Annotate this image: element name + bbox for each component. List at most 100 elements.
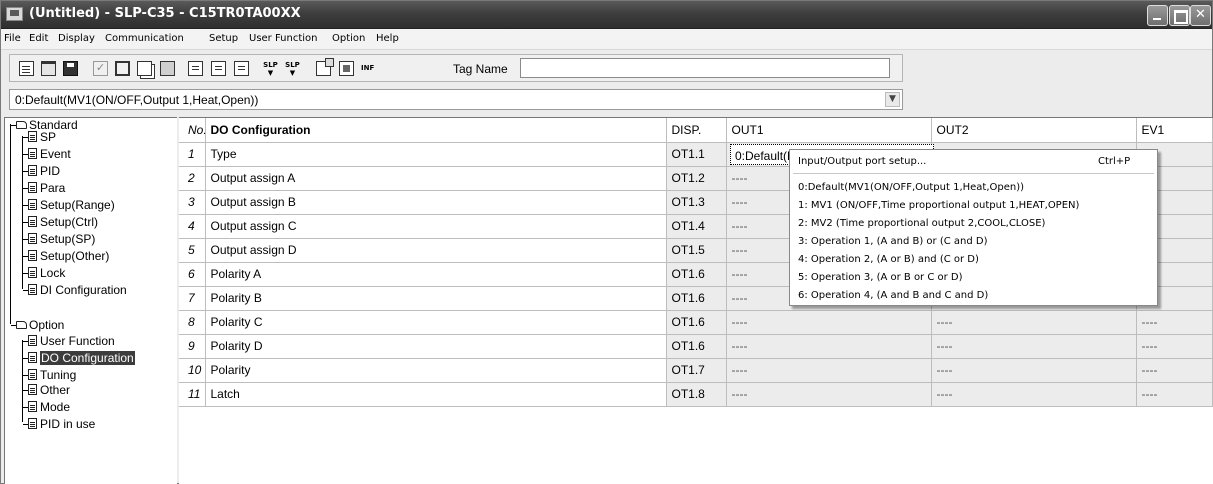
menu-edit[interactable]: Edit (29, 33, 48, 44)
menu-option-5[interactable]: 5: Operation 3, (A or B or C or D) (798, 272, 963, 283)
row-out2[interactable]: ---- (931, 310, 1137, 335)
tag-name-label: Tag Name (453, 62, 508, 76)
row-out2[interactable]: ---- (931, 334, 1137, 359)
row-ev1[interactable]: ---- (1136, 382, 1213, 407)
menu-option-1[interactable]: 1: MV1 (ON/OFF,Time proportional output … (798, 200, 1079, 211)
slp-upload-icon[interactable]: SLP ▼ (263, 61, 278, 77)
menu-help[interactable]: Help (376, 33, 399, 44)
frame-icon[interactable] (115, 61, 130, 76)
title-bar[interactable]: (Untitled) - SLP-C35 - C15TR0TA00XX ✕ (1, 1, 1212, 29)
tree-item-event[interactable]: Event (23, 148, 71, 160)
tree-item-label: PID (40, 164, 61, 178)
row-number: 4 (179, 214, 206, 239)
minimize-button[interactable] (1147, 5, 1168, 26)
menu-option-3[interactable]: 3: Operation 1, (A and B) or (C and D) (798, 236, 988, 247)
menu-option-6[interactable]: 6: Operation 4, (A and B and C and D) (798, 290, 988, 301)
column-header-out2: OUT2 (931, 118, 1137, 143)
slp-download-label: SLP (285, 61, 300, 69)
menu-setup[interactable]: Setup (209, 33, 238, 44)
tree-item-tuning[interactable]: Tuning (23, 369, 76, 381)
row-ev1[interactable]: ---- (1136, 334, 1213, 359)
check-icon[interactable]: ✓ (93, 61, 108, 76)
row-out1[interactable]: ---- (726, 310, 932, 335)
app-icon[interactable] (6, 7, 23, 21)
tree-node-label: Option (29, 318, 65, 332)
row-item: Type (205, 142, 667, 167)
column-header-item: DO Configuration (205, 118, 667, 143)
page-icon[interactable] (188, 61, 203, 76)
tree-item-user-function[interactable]: User Function (23, 335, 115, 347)
page-icon[interactable] (234, 61, 249, 76)
toolbar: ✓ SLP ▼ SLP ▼ INF Tag Name (9, 54, 903, 82)
tree-item-label: User Function (40, 334, 115, 348)
tree-item-sp[interactable]: SP (23, 131, 56, 143)
menu-user-function[interactable]: User Function (249, 33, 318, 44)
tree-item-setup-range[interactable]: Setup(Range) (23, 199, 115, 211)
new-icon[interactable] (19, 61, 34, 76)
menu-item-io-port-setup[interactable]: Input/Output port setup... (798, 156, 926, 167)
tree-item-do-configuration[interactable]: DO Configuration (23, 351, 135, 365)
close-button[interactable]: ✕ (1190, 5, 1211, 26)
slp-download-icon[interactable]: SLP ▼ (285, 61, 300, 77)
tree-item-label: Mode (40, 400, 71, 414)
column-header-ev1: EV1 (1136, 118, 1213, 143)
tree-item-pid-in-use[interactable]: PID in use (23, 418, 95, 430)
page-icon[interactable] (211, 61, 226, 76)
menu-option-2[interactable]: 2: MV2 (Time proportional output 2,COOL,… (798, 218, 1045, 229)
row-out1[interactable]: ---- (726, 358, 932, 383)
document-icon (28, 369, 37, 380)
row-ev1[interactable]: ---- (1136, 310, 1213, 335)
tree-item-label: Setup(Ctrl) (40, 215, 99, 229)
tree-item-setup-other[interactable]: Setup(Other) (23, 250, 109, 262)
row-number: 11 (179, 382, 206, 407)
chevron-down-icon[interactable]: ▼ (885, 92, 900, 107)
row-out1[interactable]: ---- (726, 382, 932, 407)
tree-item-mode[interactable]: Mode (23, 401, 70, 413)
row-disp: OT1.8 (666, 382, 727, 407)
copy-icon[interactable] (137, 61, 152, 76)
tree-item-setup-sp[interactable]: Setup(SP) (23, 233, 95, 245)
row-ev1[interactable]: ---- (1136, 358, 1213, 383)
row-item: Polarity A (205, 262, 667, 287)
menu-file[interactable]: File (4, 33, 21, 44)
tree-item-para[interactable]: Para (23, 182, 65, 194)
document-icon (28, 182, 37, 193)
menu-display[interactable]: Display (58, 33, 95, 44)
paste-icon[interactable] (160, 61, 175, 76)
tree-item-pid[interactable]: PID (23, 165, 60, 177)
application-window: (Untitled) - SLP-C35 - C15TR0TA00XX ✕ Fi… (0, 0, 1213, 484)
row-disp: OT1.6 (666, 310, 727, 335)
open-icon[interactable] (41, 61, 56, 76)
row-item: Latch (205, 382, 667, 407)
menu-communication[interactable]: Communication (105, 33, 184, 44)
menu-option[interactable]: Option (332, 33, 365, 44)
row-disp: OT1.4 (666, 214, 727, 239)
save-icon[interactable] (63, 61, 78, 76)
tree-item-di-configuration[interactable]: DI Configuration (23, 284, 127, 296)
menu-option-4[interactable]: 4: Operation 2, (A or B) and (C or D) (798, 254, 979, 265)
row-out2[interactable]: ---- (931, 382, 1137, 407)
maximize-button[interactable] (1169, 5, 1190, 26)
row-number: 3 (179, 190, 206, 215)
properties-icon[interactable] (316, 58, 334, 76)
menu-option-0[interactable]: 0:Default(MV1(ON/OFF,Output 1,Heat,Open)… (798, 182, 1024, 193)
table-row: 9 Polarity D OT1.6 ---- ---- ---- (179, 334, 1213, 359)
tree-item-other[interactable]: Other (23, 384, 70, 396)
tree-line (10, 124, 11, 324)
row-item: Output assign D (205, 238, 667, 263)
tree-node-option[interactable]: Option (11, 319, 64, 331)
row-item: Polarity C (205, 310, 667, 335)
chip-icon[interactable] (339, 61, 354, 76)
menu-bar: File Edit Display Communication Setup Us… (1, 29, 1212, 50)
tree-item-setup-ctrl[interactable]: Setup(Ctrl) (23, 216, 98, 228)
folder-open-icon (16, 121, 27, 129)
row-item: Polarity B (205, 286, 667, 311)
row-number: 7 (179, 286, 206, 311)
row-out2[interactable]: ---- (931, 358, 1137, 383)
tree-item-lock[interactable]: Lock (23, 267, 65, 279)
preset-select[interactable]: 0:Default(MV1(ON/OFF,Output 1,Heat,Open)… (9, 89, 903, 110)
table-header-row: No. DO Configuration DISP. OUT1 OUT2 EV1 (179, 118, 1213, 143)
row-out1[interactable]: ---- (726, 334, 932, 359)
flag-icon[interactable]: INF (361, 61, 376, 76)
tag-name-input[interactable] (520, 58, 890, 78)
